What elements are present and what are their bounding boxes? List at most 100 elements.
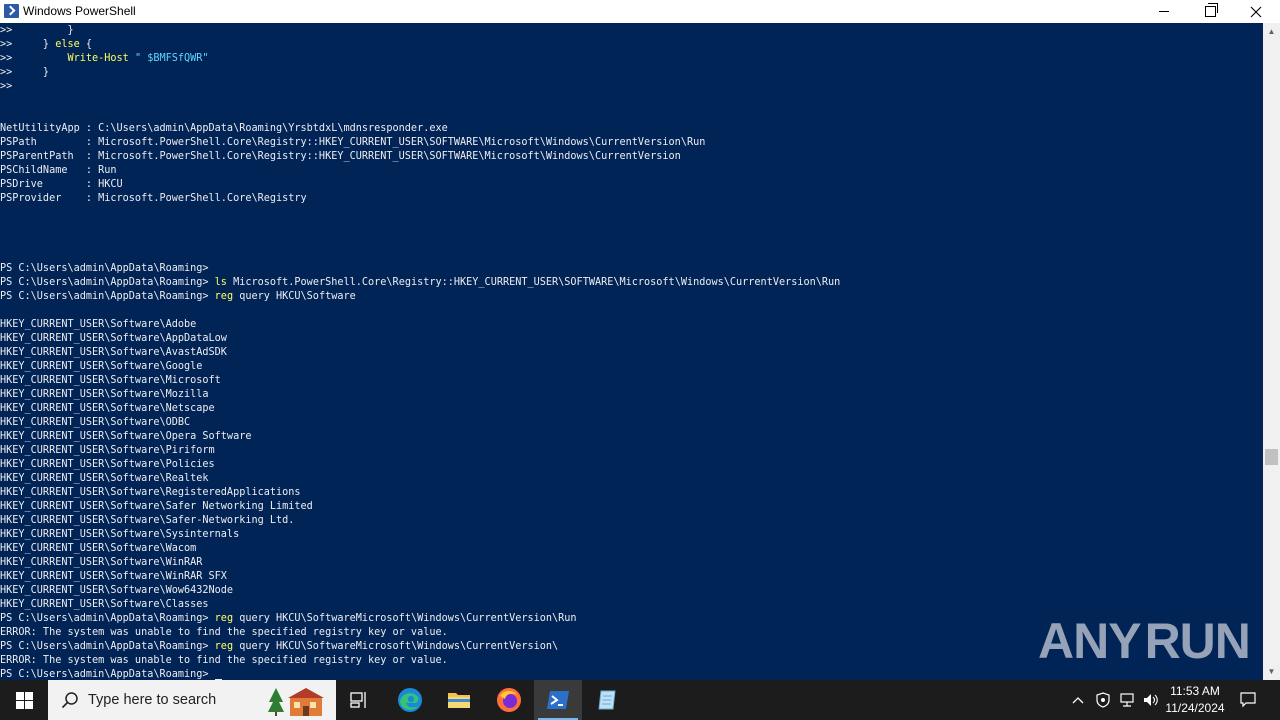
console-text: HKEY_CURRENT_USER\Software\Sysinternals bbox=[0, 529, 240, 540]
console-text: HKEY_CURRENT_USER\Software\WinRAR bbox=[0, 557, 203, 568]
console-args: query HKCU\Software bbox=[233, 291, 356, 302]
console-line: PS C:\Users\admin\AppData\Roaming> reg q… bbox=[0, 290, 356, 304]
console-line: HKEY_CURRENT_USER\Software\AppDataLow bbox=[0, 332, 227, 346]
console-line: PS C:\Users\admin\AppData\Roaming> reg q… bbox=[0, 612, 577, 626]
console-text: HKEY_CURRENT_USER\Software\Microsoft bbox=[0, 375, 221, 386]
console-line: PSPath : Microsoft.PowerShell.Core\Regis… bbox=[0, 136, 705, 150]
windows-logo-icon bbox=[15, 691, 33, 709]
console-text: >> } bbox=[0, 67, 50, 78]
notepad-icon bbox=[598, 690, 616, 710]
search-icon bbox=[61, 692, 78, 709]
minimize-button[interactable] bbox=[1141, 0, 1187, 23]
console-text: >> } bbox=[0, 39, 56, 50]
console-line: HKEY_CURRENT_USER\Software\Safer-Network… bbox=[0, 514, 294, 528]
scroll-thumb[interactable] bbox=[1265, 449, 1278, 465]
watermark-left-text: ANY bbox=[1038, 613, 1142, 669]
notepad-taskbar-button[interactable] bbox=[583, 680, 631, 720]
console-line: HKEY_CURRENT_USER\Software\Wacom bbox=[0, 542, 196, 556]
console-text: HKEY_CURRENT_USER\Software\Adobe bbox=[0, 319, 197, 330]
console-line: HKEY_CURRENT_USER\Software\Classes bbox=[0, 598, 209, 612]
console-command: reg bbox=[214, 291, 234, 302]
console-args: query HKCU\SoftwareMicrosoft\Windows\Cur… bbox=[233, 613, 577, 624]
taskbar-clock[interactable]: 11:53 AM 11/24/2024 bbox=[1160, 683, 1230, 717]
console-text: HKEY_CURRENT_USER\Software\ODBC bbox=[0, 417, 191, 428]
search-highlight-house-icon bbox=[268, 688, 324, 716]
console-string: " $BMFSfQWR" bbox=[134, 53, 209, 64]
taskbar-search-box[interactable]: Type here to search bbox=[48, 680, 336, 720]
scroll-down-arrow-icon[interactable]: ▼ bbox=[1263, 663, 1280, 680]
console-command: Write-Host bbox=[67, 53, 129, 64]
console-line: PS C:\Users\admin\AppData\Roaming> bbox=[0, 262, 209, 276]
maximize-button[interactable] bbox=[1187, 0, 1233, 23]
console-text: HKEY_CURRENT_USER\Software\Policies bbox=[0, 459, 215, 470]
minimize-icon bbox=[1159, 11, 1169, 12]
folder-icon bbox=[448, 693, 470, 708]
console-line: HKEY_CURRENT_USER\Software\Wow6432Node bbox=[0, 584, 233, 598]
console-line: HKEY_CURRENT_USER\Software\WinRAR SFX bbox=[0, 570, 227, 584]
console-text: HKEY_CURRENT_USER\Software\Mozilla bbox=[0, 389, 209, 400]
start-button[interactable] bbox=[0, 680, 48, 720]
console-text: PS C:\Users\admin\AppData\Roaming> bbox=[0, 277, 215, 288]
console-args: { bbox=[79, 39, 93, 50]
show-hidden-icons-button[interactable] bbox=[1068, 680, 1088, 720]
console-line: HKEY_CURRENT_USER\Software\ODBC bbox=[0, 416, 190, 430]
volume-tray-button[interactable] bbox=[1140, 680, 1162, 720]
security-tray-button[interactable] bbox=[1092, 680, 1114, 720]
firefox-icon bbox=[497, 688, 521, 712]
console-line: PSDrive : HKCU bbox=[0, 178, 123, 192]
console-text: ERROR: The system was unable to find the… bbox=[0, 627, 448, 638]
console-text: NetUtilityApp : C:\Users\admin\AppData\R… bbox=[0, 123, 448, 134]
close-button[interactable] bbox=[1233, 0, 1279, 23]
console-line: HKEY_CURRENT_USER\Software\Microsoft bbox=[0, 374, 221, 388]
anyrun-watermark: ANY RUN bbox=[1038, 608, 1251, 674]
console-text: >> bbox=[0, 81, 13, 92]
console-text: HKEY_CURRENT_USER\Software\Google bbox=[0, 361, 203, 372]
powershell-taskbar-button[interactable] bbox=[534, 680, 582, 720]
console-text: ERROR: The system was unable to find the… bbox=[0, 655, 448, 666]
console-line: >> } bbox=[0, 24, 74, 38]
watermark-right-text: RUN bbox=[1144, 613, 1251, 669]
console-command: reg bbox=[214, 641, 234, 652]
console-text: HKEY_CURRENT_USER\Software\Piriform bbox=[0, 445, 215, 456]
console-text: PSProvider : Microsoft.PowerShell.Core\R… bbox=[0, 193, 307, 204]
file-explorer-taskbar-button[interactable] bbox=[435, 680, 483, 720]
console-text: HKEY_CURRENT_USER\Software\Wacom bbox=[0, 543, 197, 554]
console-line: >> Write-Host " $BMFSfQWR" bbox=[0, 52, 209, 66]
console-line: HKEY_CURRENT_USER\Software\Safer Network… bbox=[0, 500, 313, 514]
network-tray-button[interactable] bbox=[1116, 680, 1138, 720]
scroll-up-arrow-icon[interactable]: ▲ bbox=[1263, 23, 1280, 40]
console-command: reg bbox=[214, 613, 234, 624]
clock-time: 11:53 AM bbox=[1170, 684, 1220, 698]
console-line: PS C:\Users\admin\AppData\Roaming> reg q… bbox=[0, 640, 558, 654]
console-line: NetUtilityApp : C:\Users\admin\AppData\R… bbox=[0, 122, 448, 136]
console-text: HKEY_CURRENT_USER\Software\AppDataLow bbox=[0, 333, 227, 344]
console-command: ls bbox=[214, 277, 227, 288]
console-keyword: else bbox=[55, 39, 80, 50]
task-view-icon bbox=[350, 692, 366, 708]
console-text: PS C:\Users\admin\AppData\Roaming> bbox=[0, 669, 215, 680]
console-args: Microsoft.PowerShell.Core\Registry::HKEY… bbox=[226, 277, 841, 288]
console-line: HKEY_CURRENT_USER\Software\Mozilla bbox=[0, 388, 209, 402]
shield-tray-icon bbox=[1096, 692, 1110, 708]
console-text: HKEY_CURRENT_USER\Software\Safer Network… bbox=[0, 501, 313, 512]
firefox-taskbar-button[interactable] bbox=[485, 680, 533, 720]
network-icon bbox=[1120, 693, 1134, 707]
console-line: HKEY_CURRENT_USER\Software\Google bbox=[0, 360, 202, 374]
console-line: HKEY_CURRENT_USER\Software\Realtek bbox=[0, 472, 209, 486]
console-line: PSProvider : Microsoft.PowerShell.Core\R… bbox=[0, 192, 307, 206]
speaker-icon bbox=[1144, 694, 1158, 706]
console-output[interactable]: >> } >> } else {>> Write-Host " $BMFSfQWR… bbox=[0, 23, 1263, 680]
edge-icon bbox=[398, 688, 422, 712]
action-center-button[interactable] bbox=[1234, 680, 1262, 720]
console-line: >> bbox=[0, 80, 12, 94]
edge-taskbar-button[interactable] bbox=[386, 680, 434, 720]
console-text: HKEY_CURRENT_USER\Software\Wow6432Node bbox=[0, 585, 234, 596]
console-args: query HKCU\SoftwareMicrosoft\Windows\Cur… bbox=[233, 641, 559, 652]
restore-icon bbox=[1204, 3, 1218, 17]
task-view-button[interactable] bbox=[336, 680, 384, 720]
console-text: PSDrive : HKCU bbox=[0, 179, 123, 190]
title-bar: Windows PowerShell bbox=[0, 0, 1280, 24]
vertical-scrollbar[interactable]: ▲ ▼ bbox=[1263, 23, 1280, 680]
console-text: PS C:\Users\admin\AppData\Roaming> bbox=[0, 613, 215, 624]
console-line: HKEY_CURRENT_USER\Software\RegisteredApp… bbox=[0, 486, 301, 500]
